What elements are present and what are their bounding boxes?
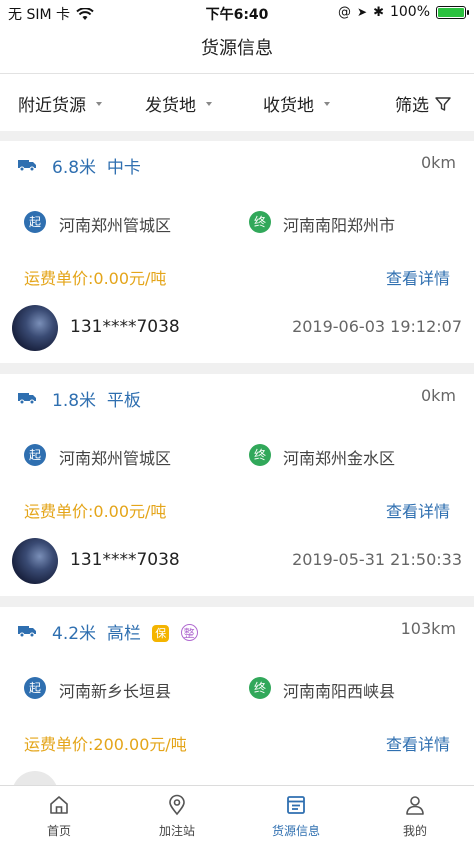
card-header: 1.8米 平板 0km — [0, 384, 474, 414]
distance: 0km — [420, 153, 456, 172]
vehicle-length: 4.2米 — [52, 624, 97, 644]
vehicle-type: 高栏 — [106, 624, 141, 644]
destination-address: 河南郑州金水区 — [283, 449, 396, 468]
battery-icon — [436, 5, 469, 19]
bluetooth-icon: ✱ — [373, 4, 384, 20]
vehicle-type: 平板 — [106, 391, 141, 411]
publisher-row — [0, 771, 474, 785]
vehicle-length: 1.8米 — [52, 391, 97, 411]
filter-screen[interactable]: 筛选 — [395, 91, 451, 116]
freight-price: 运费单价:0.00元/吨 — [24, 502, 167, 521]
publisher-row: 131****7038 2019-05-31 21:50:33 — [0, 538, 474, 584]
distance: 103km — [400, 619, 456, 638]
cargo-card[interactable]: 1.8米 平板 0km 起 河南郑州管城区 终 河南郑州金水区 运费单价:0.0… — [0, 374, 474, 596]
start-badge: 起 — [24, 211, 46, 233]
route-row: 起 河南郑州管城区 终 河南郑州金水区 — [0, 444, 474, 470]
vehicle-spec: 4.2米 高栏 保 整 — [52, 619, 198, 644]
freight-price: 运费单价:0.00元/吨 — [24, 269, 167, 288]
insured-badge: 保 — [152, 625, 170, 642]
price-row: 运费单价:200.00元/吨 查看详情 — [0, 731, 474, 755]
end-badge: 终 — [249, 677, 271, 699]
status-right: @ ➤ ✱ 100% — [338, 4, 469, 20]
destination-address: 河南南阳西峡县 — [283, 682, 396, 701]
filter-bar: 附近货源 发货地 收货地 筛选 — [0, 74, 474, 131]
view-details-link[interactable]: 查看详情 — [386, 498, 450, 522]
truck-icon — [18, 393, 36, 404]
origin-address: 河南郑州管城区 — [59, 216, 172, 235]
avatar — [12, 305, 58, 351]
cargo-card[interactable]: 6.8米 中卡 0km 起 河南郑州管城区 终 河南南阳郑州市 运费单价:0.0… — [0, 141, 474, 363]
filter-nearby-label: 附近货源 — [18, 96, 86, 116]
distance: 0km — [420, 386, 456, 405]
start-badge: 起 — [24, 677, 46, 699]
tab-home-label: 首页 — [46, 824, 71, 838]
publish-time: 2019-06-03 19:12:07 — [292, 317, 462, 336]
tab-station[interactable]: 加注站 — [118, 786, 236, 841]
price-row: 运费单价:0.00元/吨 查看详情 — [0, 265, 474, 289]
funnel-icon — [435, 96, 451, 111]
full-load-badge: 整 — [180, 624, 198, 641]
view-details-link[interactable]: 查看详情 — [386, 265, 450, 289]
filter-screen-label: 筛选 — [395, 96, 429, 116]
tab-mine-label: 我的 — [402, 824, 427, 838]
publisher-row: 131****7038 2019-06-03 19:12:07 — [0, 305, 474, 351]
caret-down-icon — [206, 101, 212, 106]
user-icon — [406, 796, 424, 815]
freight-price: 运费单价:200.00元/吨 — [24, 735, 187, 754]
route-row: 起 河南新乡长垣县 终 河南南阳西峡县 — [0, 677, 474, 703]
end-badge: 终 — [249, 444, 271, 466]
nav-bar: 货源信息 — [0, 26, 474, 74]
start-badge: 起 — [24, 444, 46, 466]
page-title: 货源信息 — [201, 38, 273, 59]
publisher-phone: 131****7038 — [70, 550, 180, 570]
price-row: 运费单价:0.00元/吨 查看详情 — [0, 498, 474, 522]
tab-station-label: 加注站 — [158, 824, 195, 838]
truck-icon — [18, 626, 36, 637]
avatar — [12, 538, 58, 584]
tab-mine[interactable]: 我的 — [356, 786, 474, 841]
avatar — [12, 771, 58, 785]
battery-percent: 100% — [389, 4, 430, 20]
cargo-list-icon — [287, 796, 305, 814]
tab-home[interactable]: 首页 — [0, 786, 118, 841]
truck-icon — [18, 160, 36, 171]
destination-address: 河南南阳郑州市 — [283, 216, 396, 235]
card-header: 6.8米 中卡 0km — [0, 151, 474, 181]
vehicle-type: 中卡 — [106, 158, 141, 178]
filter-destination-label: 收货地 — [263, 96, 314, 116]
home-icon — [50, 796, 68, 814]
card-header: 4.2米 高栏 保 整 103km — [0, 617, 474, 647]
route-row: 起 河南郑州管城区 终 河南南阳郑州市 — [0, 211, 474, 237]
filter-destination[interactable]: 收货地 — [263, 91, 330, 116]
publisher-phone: 131****7038 — [70, 317, 180, 337]
end-badge: 终 — [249, 211, 271, 233]
publish-time: 2019-05-31 21:50:33 — [292, 550, 462, 569]
tab-cargo[interactable]: 货源信息 — [237, 786, 355, 841]
vehicle-spec: 1.8米 平板 — [52, 386, 141, 411]
location-pin-icon — [169, 794, 185, 816]
origin-address: 河南新乡长垣县 — [59, 682, 172, 701]
rotation-lock-icon: @ — [338, 4, 351, 20]
vehicle-length: 6.8米 — [52, 158, 97, 178]
filter-origin-label: 发货地 — [145, 96, 196, 116]
origin-address: 河南郑州管城区 — [59, 449, 172, 468]
filter-nearby[interactable]: 附近货源 — [18, 91, 102, 116]
caret-down-icon — [96, 101, 102, 106]
filter-origin[interactable]: 发货地 — [145, 91, 212, 116]
status-bar: 无 SIM 卡 下午6:40 @ ➤ ✱ 100% — [0, 0, 474, 26]
cargo-card[interactable]: 4.2米 高栏 保 整 103km 起 河南新乡长垣县 终 河南南阳西峡县 运费… — [0, 607, 474, 785]
tab-bar: 首页 加注站 货源信息 我的 — [0, 785, 474, 841]
view-details-link[interactable]: 查看详情 — [386, 731, 450, 755]
caret-down-icon — [324, 101, 330, 106]
tab-cargo-label: 货源信息 — [271, 824, 320, 838]
vehicle-spec: 6.8米 中卡 — [52, 153, 141, 178]
location-arrow-icon: ➤ — [357, 5, 368, 19]
